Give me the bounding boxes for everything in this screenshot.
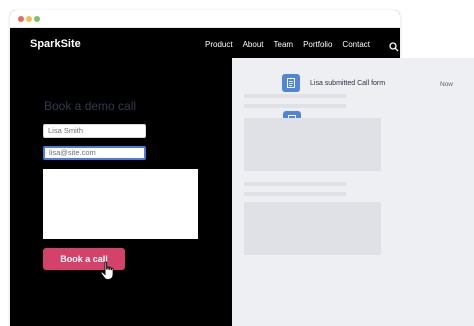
activity-panel: Lisa submitted Call form Now: [232, 58, 474, 326]
window-titlebar: [10, 10, 400, 28]
skeleton-line: [244, 104, 346, 108]
nav-link-product[interactable]: Product: [205, 40, 233, 49]
message-textarea[interactable]: [43, 169, 198, 239]
document-icon: [282, 74, 300, 92]
skeleton-card: [244, 118, 381, 171]
maximize-window-dot[interactable]: [34, 16, 40, 22]
nav-link-about[interactable]: About: [243, 40, 264, 49]
form-title: Book a demo call: [44, 99, 137, 113]
close-window-dot[interactable]: [18, 16, 24, 22]
nav-link-contact[interactable]: Contact: [342, 40, 370, 49]
nav-links: Product About Team Portfolio Contact: [205, 40, 370, 49]
notification-text[interactable]: Lisa submitted Call form: [310, 80, 385, 87]
email-input[interactable]: lisa@site.com: [43, 146, 146, 160]
site-brand-logo[interactable]: SparkSite: [30, 38, 81, 50]
skeleton-line: [244, 192, 346, 196]
skeleton-line: [244, 94, 346, 98]
nav-link-portfolio[interactable]: Portfolio: [303, 40, 332, 49]
search-icon[interactable]: [389, 39, 399, 57]
skeleton-line: [244, 182, 346, 186]
skeleton-card: [244, 202, 381, 255]
notification-time: Now: [440, 81, 454, 88]
hand-cursor-icon: [100, 261, 116, 286]
minimize-window-dot[interactable]: [26, 16, 32, 22]
nav-link-team[interactable]: Team: [274, 40, 294, 49]
name-input[interactable]: Lisa Smith: [43, 124, 146, 138]
